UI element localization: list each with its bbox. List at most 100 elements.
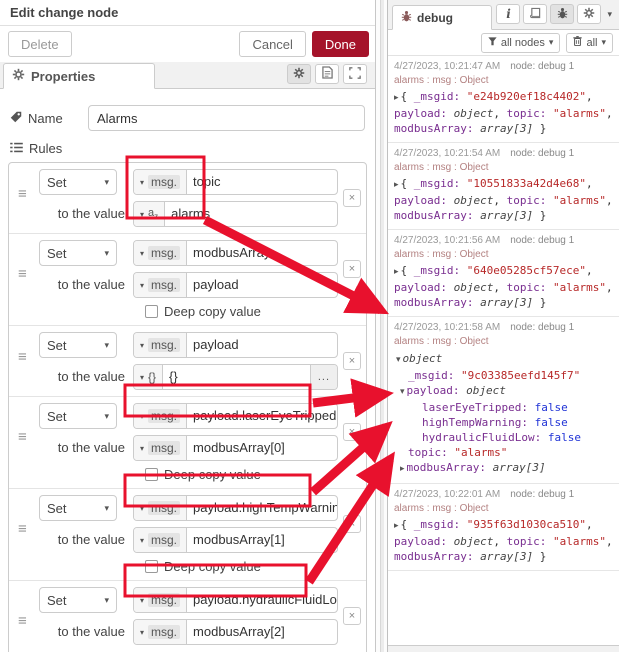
caret-down-icon: ▾	[140, 178, 144, 187]
deep-copy-checkbox[interactable]	[145, 305, 158, 318]
done-button[interactable]: Done	[312, 31, 369, 57]
typedinput-type-button[interactable]: ▾msg.	[134, 620, 187, 644]
to-value-label: to the value	[39, 201, 133, 227]
info-icon: i	[506, 7, 511, 21]
debug-message: 4/27/2023, 10:21:56 AMnode: debug 1 alar…	[388, 230, 619, 317]
chevron-down-icon: ▾	[601, 37, 606, 48]
remove-rule-button[interactable]: ×	[343, 352, 361, 370]
property-input[interactable]: ▾msg. topic	[133, 169, 338, 195]
expand-caret-icon[interactable]: ▸	[394, 93, 399, 103]
object-root-row[interactable]: ▾object	[394, 351, 616, 368]
debug-toolbar: all nodes ▾ all ▾	[388, 30, 619, 56]
collapse-caret-icon[interactable]: ▾	[400, 387, 405, 397]
property-input[interactable]: ▾msg. payload.laserEyeTripped	[133, 403, 338, 429]
expand-caret-icon[interactable]: ▸	[400, 464, 405, 474]
deep-copy-checkbox[interactable]	[145, 560, 158, 573]
typedinput-type-button[interactable]: ▾{}	[134, 365, 163, 389]
drag-handle-icon[interactable]: ≡	[18, 521, 27, 538]
clear-messages-button[interactable]: all ▾	[566, 33, 613, 53]
payload-row[interactable]: ▾payload: object	[394, 383, 616, 400]
typedinput-type-button[interactable]: ▾msg.	[134, 436, 187, 460]
value-input[interactable]: ▾az alarms	[133, 201, 338, 227]
expand-caret-icon[interactable]: ▸	[394, 521, 399, 531]
tab-properties[interactable]: Properties	[3, 63, 155, 89]
remove-rule-button[interactable]: ×	[343, 260, 361, 278]
typedinput-type-button[interactable]: ▾msg.	[134, 528, 187, 552]
action-select[interactable]: Set▾	[39, 332, 117, 358]
message-node-label: node: debug 1	[510, 148, 574, 159]
caret-down-icon: ▾	[140, 504, 144, 513]
deep-copy-label: Deep copy value	[164, 467, 261, 482]
typedinput-type-button[interactable]: ▾msg.	[134, 241, 187, 265]
action-select[interactable]: Set▾	[39, 240, 117, 266]
property-input[interactable]: ▾msg. payload.hydraulicFluidLow	[133, 587, 338, 613]
expand-dialog-button[interactable]	[343, 64, 367, 84]
collapse-caret-icon[interactable]: ▾	[396, 355, 401, 365]
tab-debug[interactable]: debug	[392, 5, 492, 30]
debug-sidebar: debug i ▾ all nodes ▾ all ▾	[388, 0, 619, 652]
drag-handle-icon[interactable]: ≡	[18, 266, 27, 283]
remove-rule-button[interactable]: ×	[343, 607, 361, 625]
value-input[interactable]: ▾msg. modbusArray[0]	[133, 435, 338, 461]
action-select[interactable]: Set▾	[39, 403, 117, 429]
remove-rule-button[interactable]: ×	[343, 515, 361, 533]
action-select[interactable]: Set▾	[39, 495, 117, 521]
drag-handle-icon[interactable]: ≡	[18, 429, 27, 446]
funnel-icon	[488, 37, 497, 49]
message-timestamp: 4/27/2023, 10:21:58 AM	[394, 322, 500, 333]
rules-list: ≡ Set▾ ▾msg. topic to the value ▾az alar…	[8, 162, 367, 652]
info-tab-button[interactable]: i	[496, 4, 520, 24]
value-input[interactable]: ▾{} {} ...	[133, 364, 338, 390]
typedinput-type-button[interactable]: ▾msg.	[134, 273, 187, 297]
typedinput-type-button[interactable]: ▾msg.	[134, 496, 187, 520]
caret-down-icon: ▾	[140, 210, 144, 219]
node-settings-button[interactable]	[287, 64, 311, 84]
help-tab-button[interactable]	[523, 4, 547, 24]
typedinput-type-button[interactable]: ▾msg.	[134, 588, 187, 612]
property-input[interactable]: ▾msg. modbusArray	[133, 240, 338, 266]
cancel-button[interactable]: Cancel	[239, 31, 305, 57]
filter-nodes-button[interactable]: all nodes ▾	[481, 33, 561, 53]
drag-handle-icon[interactable]: ≡	[18, 613, 27, 630]
value-input[interactable]: ▾msg. modbusArray[2]	[133, 619, 338, 645]
panel-resize-handle[interactable]	[376, 0, 388, 652]
action-select[interactable]: Set▾	[39, 169, 117, 195]
debug-tab-button[interactable]	[550, 4, 574, 24]
action-select[interactable]: Set▾	[39, 587, 117, 613]
sidebar-menu-button[interactable]: ▾	[604, 9, 615, 20]
typedinput-type-button[interactable]: ▾msg.	[134, 333, 187, 357]
message-summary[interactable]: ▸{ _msgid: "640e05285cf57ece", payload: …	[394, 263, 616, 310]
name-label: Name	[10, 111, 88, 126]
typedinput-type-button[interactable]: ▾msg.	[134, 170, 187, 194]
expand-editor-button[interactable]: ...	[310, 365, 337, 389]
value-input[interactable]: ▾msg. modbusArray[1]	[133, 527, 338, 553]
typedinput-type-button[interactable]: ▾az	[134, 202, 165, 226]
message-summary[interactable]: ▸{ _msgid: "e24b920ef18c4402", payload: …	[394, 89, 616, 136]
config-tab-button[interactable]	[577, 4, 601, 24]
debug-tab-bar: debug i ▾	[388, 0, 619, 30]
drag-handle-icon[interactable]: ≡	[18, 348, 27, 365]
name-input[interactable]	[88, 105, 365, 131]
modbus-array-row[interactable]: ▸modbusArray: array[3]	[394, 460, 616, 477]
property-input[interactable]: ▾msg. payload	[133, 332, 338, 358]
delete-button[interactable]: Delete	[8, 31, 72, 57]
bug-icon	[557, 7, 568, 22]
deep-copy-checkbox[interactable]	[145, 468, 158, 481]
expand-caret-icon[interactable]: ▸	[394, 267, 399, 277]
message-summary[interactable]: ▸{ _msgid: "10551833a42d4e68", payload: …	[394, 176, 616, 223]
drag-handle-icon[interactable]: ≡	[18, 185, 27, 202]
message-summary[interactable]: ▸{ _msgid: "935f63d1030ca510", payload: …	[394, 517, 616, 564]
trash-icon	[573, 36, 582, 49]
typedinput-type-button[interactable]: ▾msg.	[134, 404, 187, 428]
remove-rule-button[interactable]: ×	[343, 423, 361, 441]
rule-row: ≡ Set▾ ▾msg. payload to the value ▾{} {}	[9, 326, 366, 397]
value-input[interactable]: ▾msg. payload	[133, 272, 338, 298]
rule-row: ≡ Set▾ ▾msg. payload.hydraulicFluidLow t…	[9, 581, 366, 652]
property-input[interactable]: ▾msg. payload.highTempWarning	[133, 495, 338, 521]
description-button[interactable]	[315, 64, 339, 84]
expand-caret-icon[interactable]: ▸	[394, 180, 399, 190]
caret-down-icon: ▾	[140, 373, 144, 382]
rules-label: Rules	[10, 141, 367, 156]
remove-rule-button[interactable]: ×	[343, 189, 361, 207]
gear-icon	[293, 67, 305, 82]
